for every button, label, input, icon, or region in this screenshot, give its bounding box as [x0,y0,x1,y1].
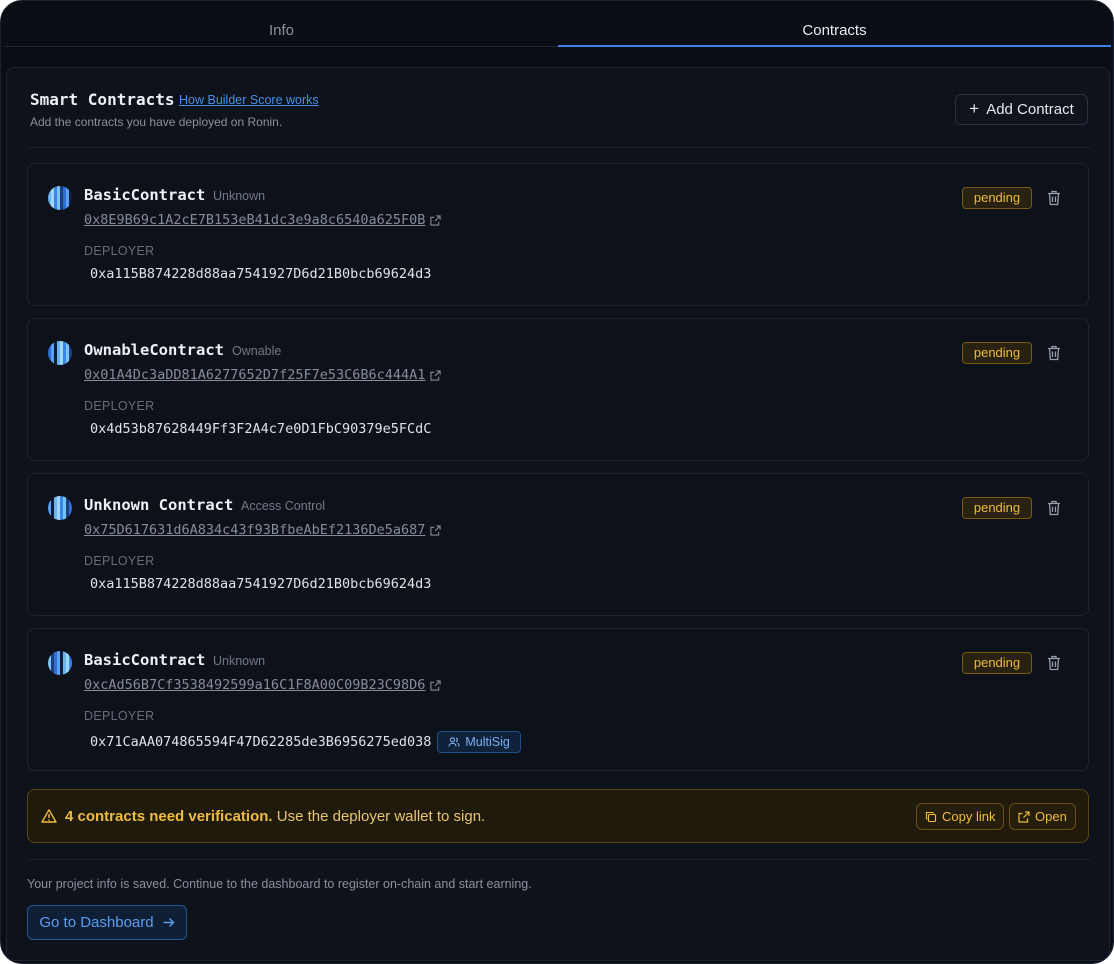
section-subtitle: Add the contracts you have deployed on R… [30,115,283,129]
deployer-value: 0x4d53b87628449Ff3F2A4c7e0D1FbC90379e5FC… [90,421,432,437]
plus-icon: + [969,99,980,118]
trash-icon[interactable] [1044,343,1064,363]
deployer-address: 0xa115B874228d88aa7541927D6d21B0bcb69624… [90,576,431,592]
contract-avatar [48,651,72,675]
contract-card: BasicContract Unknown 0x8E9B69c1A2cE7B15… [27,163,1089,306]
tab-info[interactable]: Info [5,15,558,46]
deployer-label: DEPLOYER [84,554,155,568]
footer-text: Your project info is saved. Continue to … [27,877,532,891]
status-badge: pending [962,497,1032,519]
external-link-icon [430,214,442,226]
open-label: Open [1035,809,1067,824]
deployer-address: 0xa115B874228d88aa7541927D6d21B0bcb69624… [90,266,431,282]
divider [27,859,1091,860]
deployer-label: DEPLOYER [84,244,155,258]
contract-type: Unknown [213,189,266,203]
contract-address: 0x8E9B69c1A2cE7B153eB41dc3e9a8c6540a625F… [84,212,426,228]
alert-message: 4 contracts need verification. Use the d… [65,808,485,825]
trash-icon[interactable] [1044,653,1064,673]
copy-icon [925,811,937,822]
users-icon [448,737,461,747]
contract-card: OwnableContract Ownable 0x01A4Dc3aDD81A6… [27,318,1089,461]
multisig-badge: MultiSig [437,731,521,753]
deployer-address: 0x4d53b87628449Ff3F2A4c7e0D1FbC90379e5FC… [90,421,431,437]
contract-card: Unknown Contract Access Control 0x75D617… [27,473,1089,616]
alert-strong: 4 contracts need verification. [65,808,273,825]
contract-name: OwnableContract [84,341,224,359]
alert-text: Use the deployer wallet to sign. [276,808,486,825]
contract-address: 0x01A4Dc3aDD81A6277652D7f25F7e53C6B6c444… [84,367,426,383]
status-badge: pending [962,342,1032,364]
contract-name: BasicContract [84,186,206,204]
contract-type: Ownable [232,344,282,358]
external-link-icon [430,524,442,536]
deployer-value: 0xa115B874228d88aa7541927D6d21B0bcb69624… [90,266,432,282]
dashboard-button-label: Go to Dashboard [39,914,154,931]
trash-icon[interactable] [1044,188,1064,208]
contract-avatar [48,341,72,365]
tab-contracts[interactable]: Contracts [558,15,1111,47]
contract-address: 0x75D617631d6A834c43f93BfbeAbEf2136De5a6… [84,522,426,538]
trash-icon[interactable] [1044,498,1064,518]
multisig-label: MultiSig [465,735,510,749]
section-title: Smart Contracts [30,90,175,109]
copy-link-button[interactable]: Copy link [916,803,1005,830]
open-button[interactable]: Open [1009,803,1076,830]
add-contract-label: Add Contract [986,101,1074,118]
contract-name: Unknown Contract [84,496,234,514]
deployer-address: 0x71CaAA074865594F47D62285de3B6956275ed0… [90,731,521,753]
tab-bar: Info Contracts [5,15,1111,47]
contract-type: Unknown [213,654,266,668]
verification-alert: 4 contracts need verification. Use the d… [27,789,1089,843]
copy-link-label: Copy link [942,809,996,824]
add-contract-button[interactable]: + Add Contract [955,94,1088,125]
deployer-label: DEPLOYER [84,399,155,413]
divider [27,147,1091,148]
contract-name: BasicContract [84,651,206,669]
external-link-icon [430,369,442,381]
warning-icon [41,809,57,823]
contract-address-link[interactable]: 0x8E9B69c1A2cE7B153eB41dc3e9a8c6540a625F… [84,212,442,228]
contract-avatar [48,186,72,210]
deployer-value: 0xa115B874228d88aa7541927D6d21B0bcb69624… [90,576,432,592]
deployer-value: 0x71CaAA074865594F47D62285de3B6956275ed0… [90,734,432,750]
contract-address-link[interactable]: 0xcAd56B7Cf3538492599a16C1F8A00C09B23C98… [84,677,442,693]
status-badge: pending [962,187,1032,209]
external-link-icon [430,679,442,691]
contract-avatar [48,496,72,520]
contract-address-link[interactable]: 0x75D617631d6A834c43f93BfbeAbEf2136De5a6… [84,522,442,538]
deployer-label: DEPLOYER [84,709,155,723]
contract-card: BasicContract Unknown 0xcAd56B7Cf3538492… [27,628,1089,771]
help-link[interactable]: How Builder Score works [179,93,319,107]
go-to-dashboard-button[interactable]: Go to Dashboard [27,905,187,940]
contracts-panel: Smart Contracts How Builder Score works … [6,67,1110,961]
contract-address-link[interactable]: 0x01A4Dc3aDD81A6277652D7f25F7e53C6B6c444… [84,367,442,383]
status-badge: pending [962,652,1032,674]
external-link-icon [1018,810,1030,823]
contract-type: Access Control [241,499,326,513]
arrow-right-icon [163,918,175,927]
app-frame: Info Contracts Smart Contracts How Build… [0,0,1114,964]
contract-address: 0xcAd56B7Cf3538492599a16C1F8A00C09B23C98… [84,677,426,693]
